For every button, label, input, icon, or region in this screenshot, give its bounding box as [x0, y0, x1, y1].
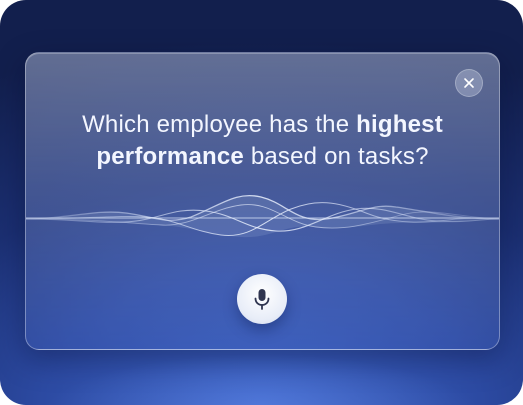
question-part: based on tasks? — [243, 143, 429, 170]
question-part: Which employee has the — [82, 111, 357, 138]
voice-assistant-frame: Which employee has the highest performan… — [0, 0, 523, 405]
voice-query-card: Which employee has the highest performan… — [25, 52, 500, 350]
question-part-emphasis: performance — [96, 143, 244, 170]
microphone-button[interactable] — [237, 274, 287, 324]
close-button[interactable] — [455, 69, 483, 97]
voice-waveform — [26, 195, 499, 238]
waveform-fill — [26, 195, 499, 238]
question-part-emphasis: highest — [356, 111, 443, 138]
microphone-icon — [254, 289, 270, 310]
question-text: Which employee has the highest performan… — [26, 109, 499, 173]
close-icon — [464, 78, 474, 88]
